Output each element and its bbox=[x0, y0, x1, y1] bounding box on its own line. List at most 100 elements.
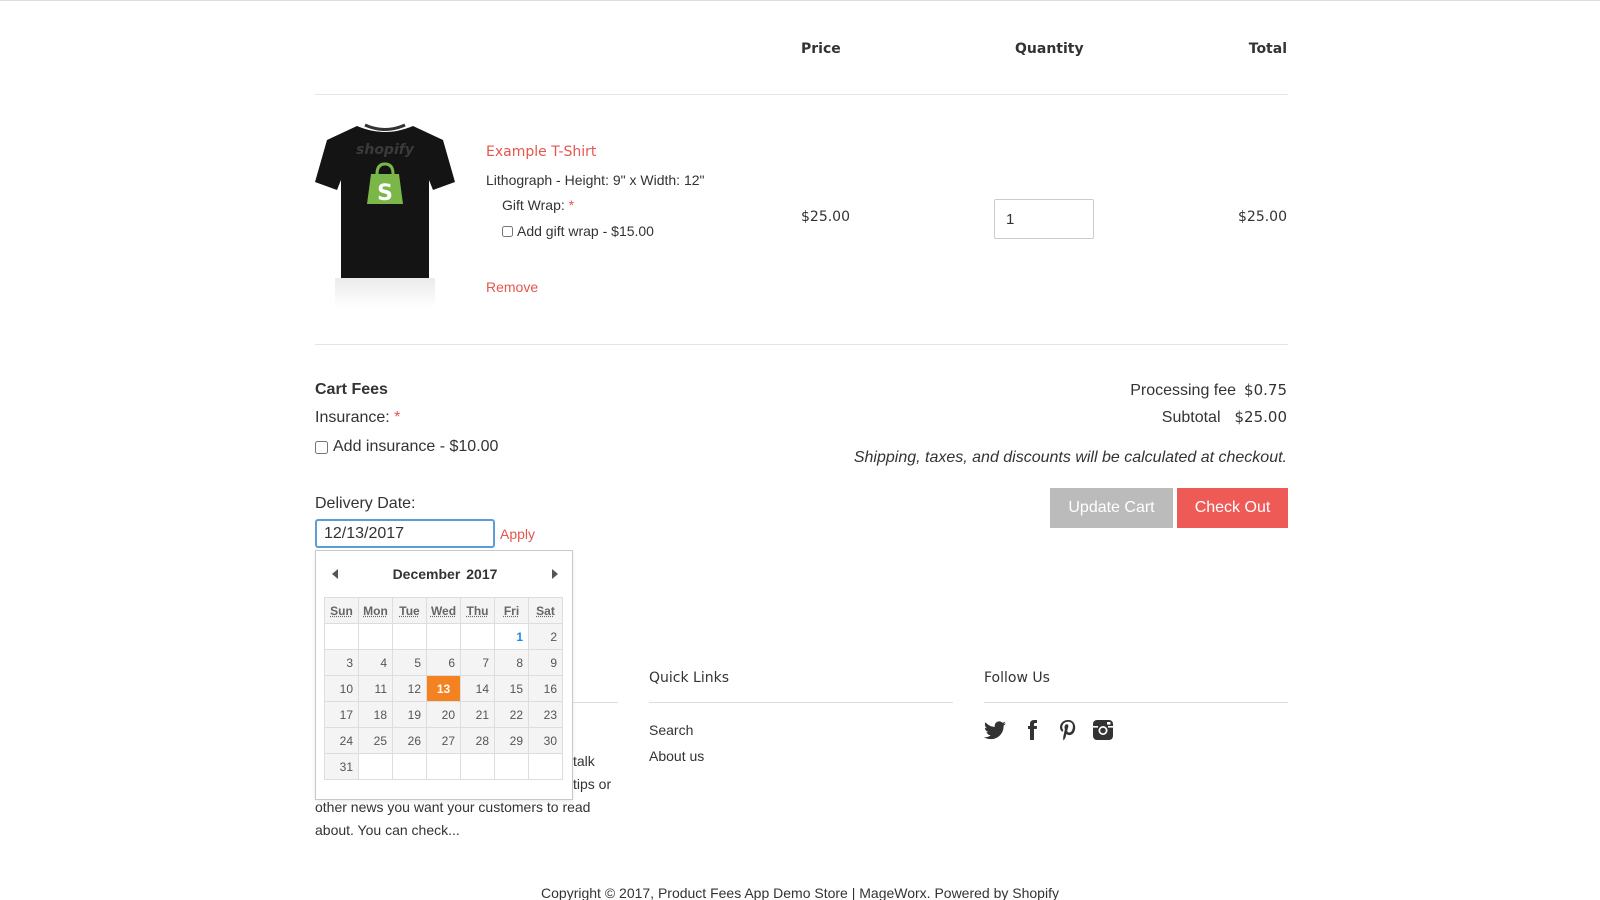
weekday-header: Sat bbox=[528, 597, 563, 624]
insurance-checkbox[interactable] bbox=[315, 440, 328, 454]
gift-wrap-label: Gift Wrap: * bbox=[502, 197, 575, 213]
calendar-day[interactable]: 19 bbox=[392, 701, 427, 728]
calendar-week: 31 bbox=[324, 753, 563, 780]
calendar-day[interactable]: 18 bbox=[358, 701, 393, 728]
weekday-header: Thu bbox=[460, 597, 495, 624]
delivery-date-input[interactable] bbox=[315, 519, 495, 548]
facebook-icon[interactable] bbox=[1020, 718, 1044, 742]
insurance-option-label: Add insurance - $10.00 bbox=[333, 438, 499, 455]
product-image[interactable]: shopify S bbox=[315, 120, 455, 310]
calendar-day[interactable]: 14 bbox=[460, 675, 495, 702]
calendar-day[interactable]: 6 bbox=[426, 649, 461, 676]
weekday-header: Fri bbox=[494, 597, 529, 624]
row-divider bbox=[315, 344, 1288, 345]
calendar-empty-cell bbox=[358, 623, 393, 650]
gift-wrap-option-label: Add gift wrap - $15.00 bbox=[517, 223, 654, 239]
twitter-icon[interactable] bbox=[983, 718, 1007, 742]
weekday-header: Sun bbox=[324, 597, 359, 624]
weekday-header: Wed bbox=[426, 597, 461, 624]
calendar-day[interactable]: 3 bbox=[324, 649, 359, 676]
calendar-empty-cell bbox=[392, 623, 427, 650]
calendar-week: 10 11 12 13 14 15 16 bbox=[324, 675, 563, 702]
product-title-link[interactable]: Example T-Shirt bbox=[486, 144, 596, 160]
calendar-day[interactable]: 13 bbox=[426, 675, 461, 702]
pinterest-icon[interactable] bbox=[1056, 718, 1080, 742]
remove-link[interactable]: Remove bbox=[486, 279, 538, 295]
calendar-empty-cell bbox=[426, 753, 461, 780]
calendar-week: 24 25 26 27 28 29 30 bbox=[324, 727, 563, 754]
quantity-input[interactable] bbox=[994, 199, 1094, 239]
about-us-link[interactable]: About us bbox=[649, 748, 704, 764]
subtotal-value: $25.00 bbox=[1234, 408, 1288, 426]
quick-links-title: Quick Links bbox=[649, 670, 730, 686]
processing-fee-value: $0.75 bbox=[1244, 381, 1287, 399]
calendar-empty-cell bbox=[324, 623, 359, 650]
calendar-day[interactable]: 23 bbox=[528, 701, 563, 728]
cart-fees-title: Cart Fees bbox=[315, 381, 388, 398]
follow-us-title: Follow Us bbox=[984, 670, 1050, 686]
calendar-day[interactable]: 8 bbox=[494, 649, 529, 676]
insurance-label: Insurance: * bbox=[315, 409, 401, 426]
calendar-day[interactable]: 26 bbox=[392, 727, 427, 754]
apply-link[interactable]: Apply bbox=[500, 526, 535, 542]
calendar-day[interactable]: 16 bbox=[528, 675, 563, 702]
subtotal-row: Subtotal $25.00 bbox=[1162, 408, 1287, 427]
calendar-empty-cell bbox=[460, 623, 495, 650]
item-price: $25.00 bbox=[801, 209, 850, 225]
calendar-grid: Sun Mon Tue Wed Thu Fri Sat 1 2 3 4 5 6 7 8 9 10 11 12 13 1… bbox=[324, 597, 563, 780]
date-picker: December 2017 Sun Mon Tue Wed Thu Fri Sat 12345… bbox=[315, 550, 573, 800]
calendar-day[interactable]: 1 bbox=[494, 623, 529, 650]
calendar-empty-cell bbox=[426, 623, 461, 650]
calendar-day[interactable]: 20 bbox=[426, 701, 461, 728]
check-out-button[interactable]: Check Out bbox=[1177, 488, 1288, 528]
weekday-header: Tue bbox=[392, 597, 427, 624]
calendar-month: December bbox=[392, 566, 461, 582]
calendar-empty-cell bbox=[460, 753, 495, 780]
calendar-month-year: December 2017 bbox=[316, 566, 574, 582]
follow-us-rule bbox=[984, 702, 1288, 703]
subtotal-label: Subtotal bbox=[1161, 409, 1221, 426]
calendar-day[interactable]: 21 bbox=[460, 701, 495, 728]
insurance-option[interactable]: Add insurance - $10.00 bbox=[315, 438, 498, 456]
weekday-header: Mon bbox=[358, 597, 393, 624]
next-month-icon[interactable] bbox=[552, 569, 558, 579]
calendar-day[interactable]: 24 bbox=[324, 727, 359, 754]
calendar-day[interactable]: 9 bbox=[528, 649, 563, 676]
copyright: Copyright © 2017, Product Fees App Demo … bbox=[541, 885, 1059, 900]
calendar-day[interactable]: 30 bbox=[528, 727, 563, 754]
gift-wrap-option[interactable]: Add gift wrap - $15.00 bbox=[502, 223, 654, 239]
calendar-week: 17 18 19 20 21 22 23 bbox=[324, 701, 563, 728]
calendar-day[interactable]: 27 bbox=[426, 727, 461, 754]
calendar-empty-cell bbox=[494, 753, 529, 780]
calendar-day[interactable]: 25 bbox=[358, 727, 393, 754]
calendar-day[interactable]: 4 bbox=[358, 649, 393, 676]
header-divider bbox=[315, 94, 1288, 95]
update-cart-button[interactable]: Update Cart bbox=[1050, 488, 1173, 528]
calendar-day[interactable]: 17 bbox=[324, 701, 359, 728]
calendar-day[interactable]: 2 bbox=[528, 623, 563, 650]
calendar-day[interactable]: 29 bbox=[494, 727, 529, 754]
calendar-week: 3456789 bbox=[324, 649, 563, 676]
calendar-day[interactable]: 11 bbox=[358, 675, 393, 702]
calendar-day[interactable]: 10 bbox=[324, 675, 359, 702]
calendar-day[interactable]: 31 bbox=[324, 753, 359, 780]
total-header: Total bbox=[1248, 41, 1287, 57]
top-border bbox=[0, 0, 1600, 1]
processing-fee-row: Processing fee $0.75 bbox=[1130, 381, 1287, 400]
calendar-day[interactable]: 12 bbox=[392, 675, 427, 702]
price-header: Price bbox=[801, 41, 841, 57]
gift-wrap-checkbox[interactable] bbox=[502, 225, 513, 237]
calendar-day[interactable]: 28 bbox=[460, 727, 495, 754]
calendar-day[interactable]: 22 bbox=[494, 701, 529, 728]
calendar-empty-cell bbox=[358, 753, 393, 780]
calendar-day[interactable]: 5 bbox=[392, 649, 427, 676]
calendar-day[interactable]: 15 bbox=[494, 675, 529, 702]
item-total: $25.00 bbox=[1238, 209, 1287, 225]
quantity-header: Quantity bbox=[1015, 41, 1084, 57]
processing-fee-label: Processing fee bbox=[1130, 382, 1237, 399]
delivery-date-label: Delivery Date: bbox=[315, 495, 416, 512]
quick-links-rule bbox=[649, 702, 953, 703]
search-link[interactable]: Search bbox=[649, 722, 693, 738]
calendar-day[interactable]: 7 bbox=[460, 649, 495, 676]
instagram-icon[interactable] bbox=[1091, 718, 1115, 742]
